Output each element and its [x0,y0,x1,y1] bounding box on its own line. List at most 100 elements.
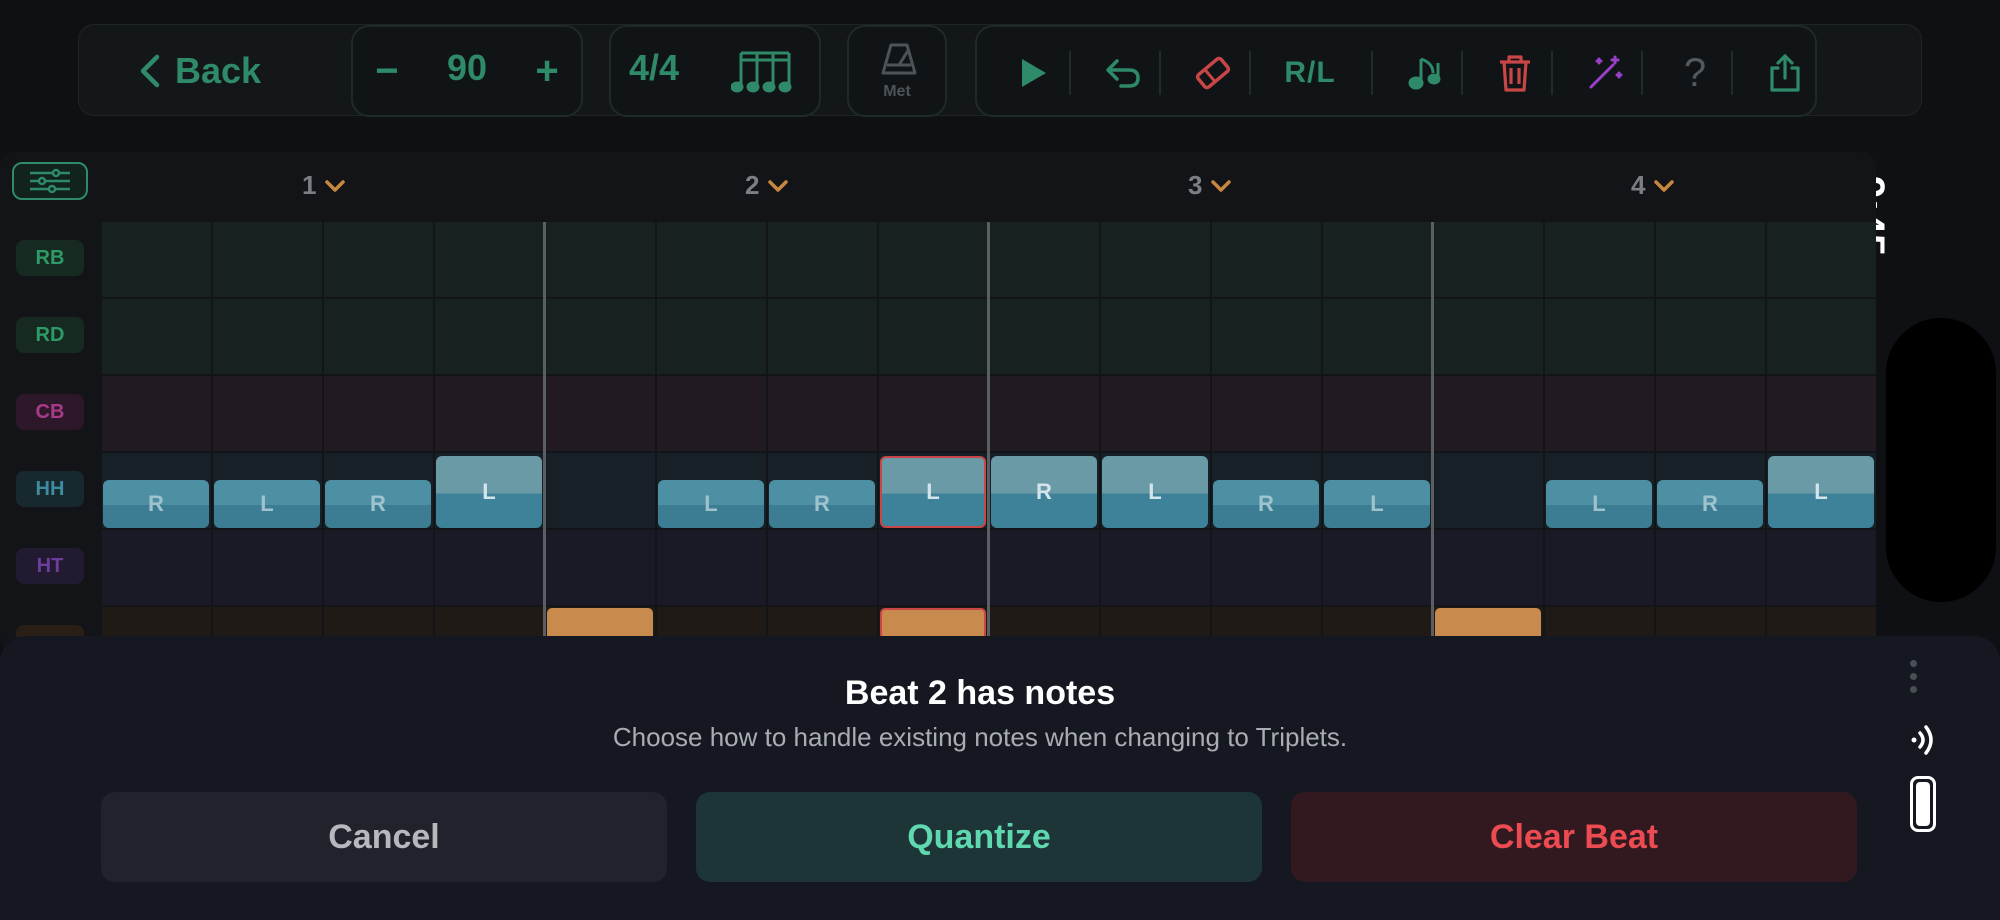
grid-cell[interactable] [879,530,988,605]
grid-cell[interactable] [1101,299,1210,374]
grid-cell[interactable] [213,222,322,297]
grid-cell[interactable] [1323,530,1432,605]
grid-cell[interactable] [1767,222,1876,297]
play-button[interactable] [1007,47,1059,99]
grid-cell[interactable] [1545,222,1654,297]
delete-button[interactable] [1489,47,1541,99]
lane-label-rd[interactable]: RD [16,317,84,353]
hihat-note[interactable]: L [214,480,320,528]
grid-cell[interactable] [1656,376,1765,451]
grid-cell[interactable] [1101,530,1210,605]
clear-beat-button[interactable]: Clear Beat [1291,792,1857,882]
back-button[interactable]: Back [139,47,261,95]
beat-header-3[interactable]: 3 [1188,170,1232,201]
grid-cell[interactable] [324,530,433,605]
note-value-button[interactable] [1399,47,1451,99]
grid-cell[interactable] [1434,222,1543,297]
grid-cell[interactable] [1101,376,1210,451]
grid-cell[interactable] [990,222,1099,297]
grid-cell[interactable] [657,222,766,297]
lane-label-cb[interactable]: CB [16,394,84,430]
mixer-settings-button[interactable] [12,162,88,200]
grid-cell[interactable] [879,299,988,374]
hihat-note[interactable]: R [1657,480,1763,528]
hihat-note[interactable]: R [991,456,1097,528]
grid-cell[interactable] [1767,376,1876,451]
hihat-note[interactable]: L [658,480,764,528]
grid-cell[interactable] [102,376,211,451]
undo-button[interactable] [1097,47,1149,99]
grid-cell[interactable] [1656,530,1765,605]
grid-cell[interactable] [1323,222,1432,297]
grid-cell[interactable] [213,299,322,374]
grid-cell[interactable] [1323,299,1432,374]
grid-cell[interactable] [435,530,544,605]
hihat-note[interactable]: L [880,456,986,528]
grid-cell[interactable] [1212,376,1321,451]
hihat-note[interactable]: R [325,480,431,528]
beat-header-1[interactable]: 1 [302,170,346,201]
grid-cell[interactable] [324,376,433,451]
grid-cell[interactable] [768,530,877,605]
beat-header-4[interactable]: 4 [1631,170,1675,201]
grid-cell[interactable] [1434,376,1543,451]
eraser-button[interactable] [1187,47,1239,99]
lane-label-hh[interactable]: HH [16,471,84,507]
beat-header-2[interactable]: 2 [745,170,789,201]
grid-cell[interactable] [990,299,1099,374]
grid-cell[interactable] [1767,299,1876,374]
grid-cell[interactable] [1323,376,1432,451]
hihat-note[interactable]: L [436,456,542,528]
hihat-note[interactable]: R [103,480,209,528]
grid-cell[interactable] [657,299,766,374]
grid-cell[interactable] [1212,299,1321,374]
grid-cell[interactable] [657,376,766,451]
grid-cell[interactable] [657,530,766,605]
hihat-note[interactable]: R [1213,480,1319,528]
grid-cell[interactable] [546,299,655,374]
grid-cell[interactable] [324,222,433,297]
grid-cell[interactable] [213,530,322,605]
lane-label-ht[interactable]: HT [16,548,84,584]
grid-cell[interactable] [768,299,877,374]
lane-label-rb[interactable]: RB [16,240,84,276]
grid-cell[interactable] [1434,530,1543,605]
grid-cell[interactable] [546,453,655,528]
tempo-increase-button[interactable]: + [519,43,575,99]
grid-cell[interactable] [1212,222,1321,297]
share-button[interactable] [1759,47,1811,99]
grid-cell[interactable] [768,376,877,451]
grid-cell[interactable] [435,299,544,374]
hihat-note[interactable]: R [769,480,875,528]
grid-cell[interactable] [546,222,655,297]
hihat-note[interactable]: L [1768,456,1874,528]
hihat-note[interactable]: L [1102,456,1208,528]
hihat-note[interactable]: L [1324,480,1430,528]
grid-cell[interactable] [768,222,877,297]
grid-cell[interactable] [1212,530,1321,605]
sticking-button[interactable]: R/L [1267,47,1353,99]
grid-cell[interactable] [546,530,655,605]
grid-cell[interactable] [1434,453,1543,528]
quantize-button[interactable]: Quantize [696,792,1262,882]
cancel-button[interactable]: Cancel [101,792,667,882]
tempo-value[interactable]: 90 [413,47,521,89]
hihat-note[interactable]: L [1546,480,1652,528]
grid-cell[interactable] [879,222,988,297]
tempo-decrease-button[interactable]: − [359,43,415,99]
grid-cell[interactable] [1656,222,1765,297]
grid-cell[interactable] [1767,530,1876,605]
grid-cell[interactable] [102,222,211,297]
time-signature-control[interactable]: 4/4 [609,25,821,117]
grid-cell[interactable] [213,376,322,451]
grid-cell[interactable] [102,299,211,374]
grid-cell[interactable] [1434,299,1543,374]
grid-cell[interactable] [546,376,655,451]
grid-cell[interactable] [1545,299,1654,374]
grid-cell[interactable] [435,376,544,451]
grid-cell[interactable] [1101,222,1210,297]
metronome-button[interactable]: Met [847,25,947,117]
grid-cell[interactable] [990,530,1099,605]
grid-cell[interactable] [879,376,988,451]
grid-cell[interactable] [435,222,544,297]
